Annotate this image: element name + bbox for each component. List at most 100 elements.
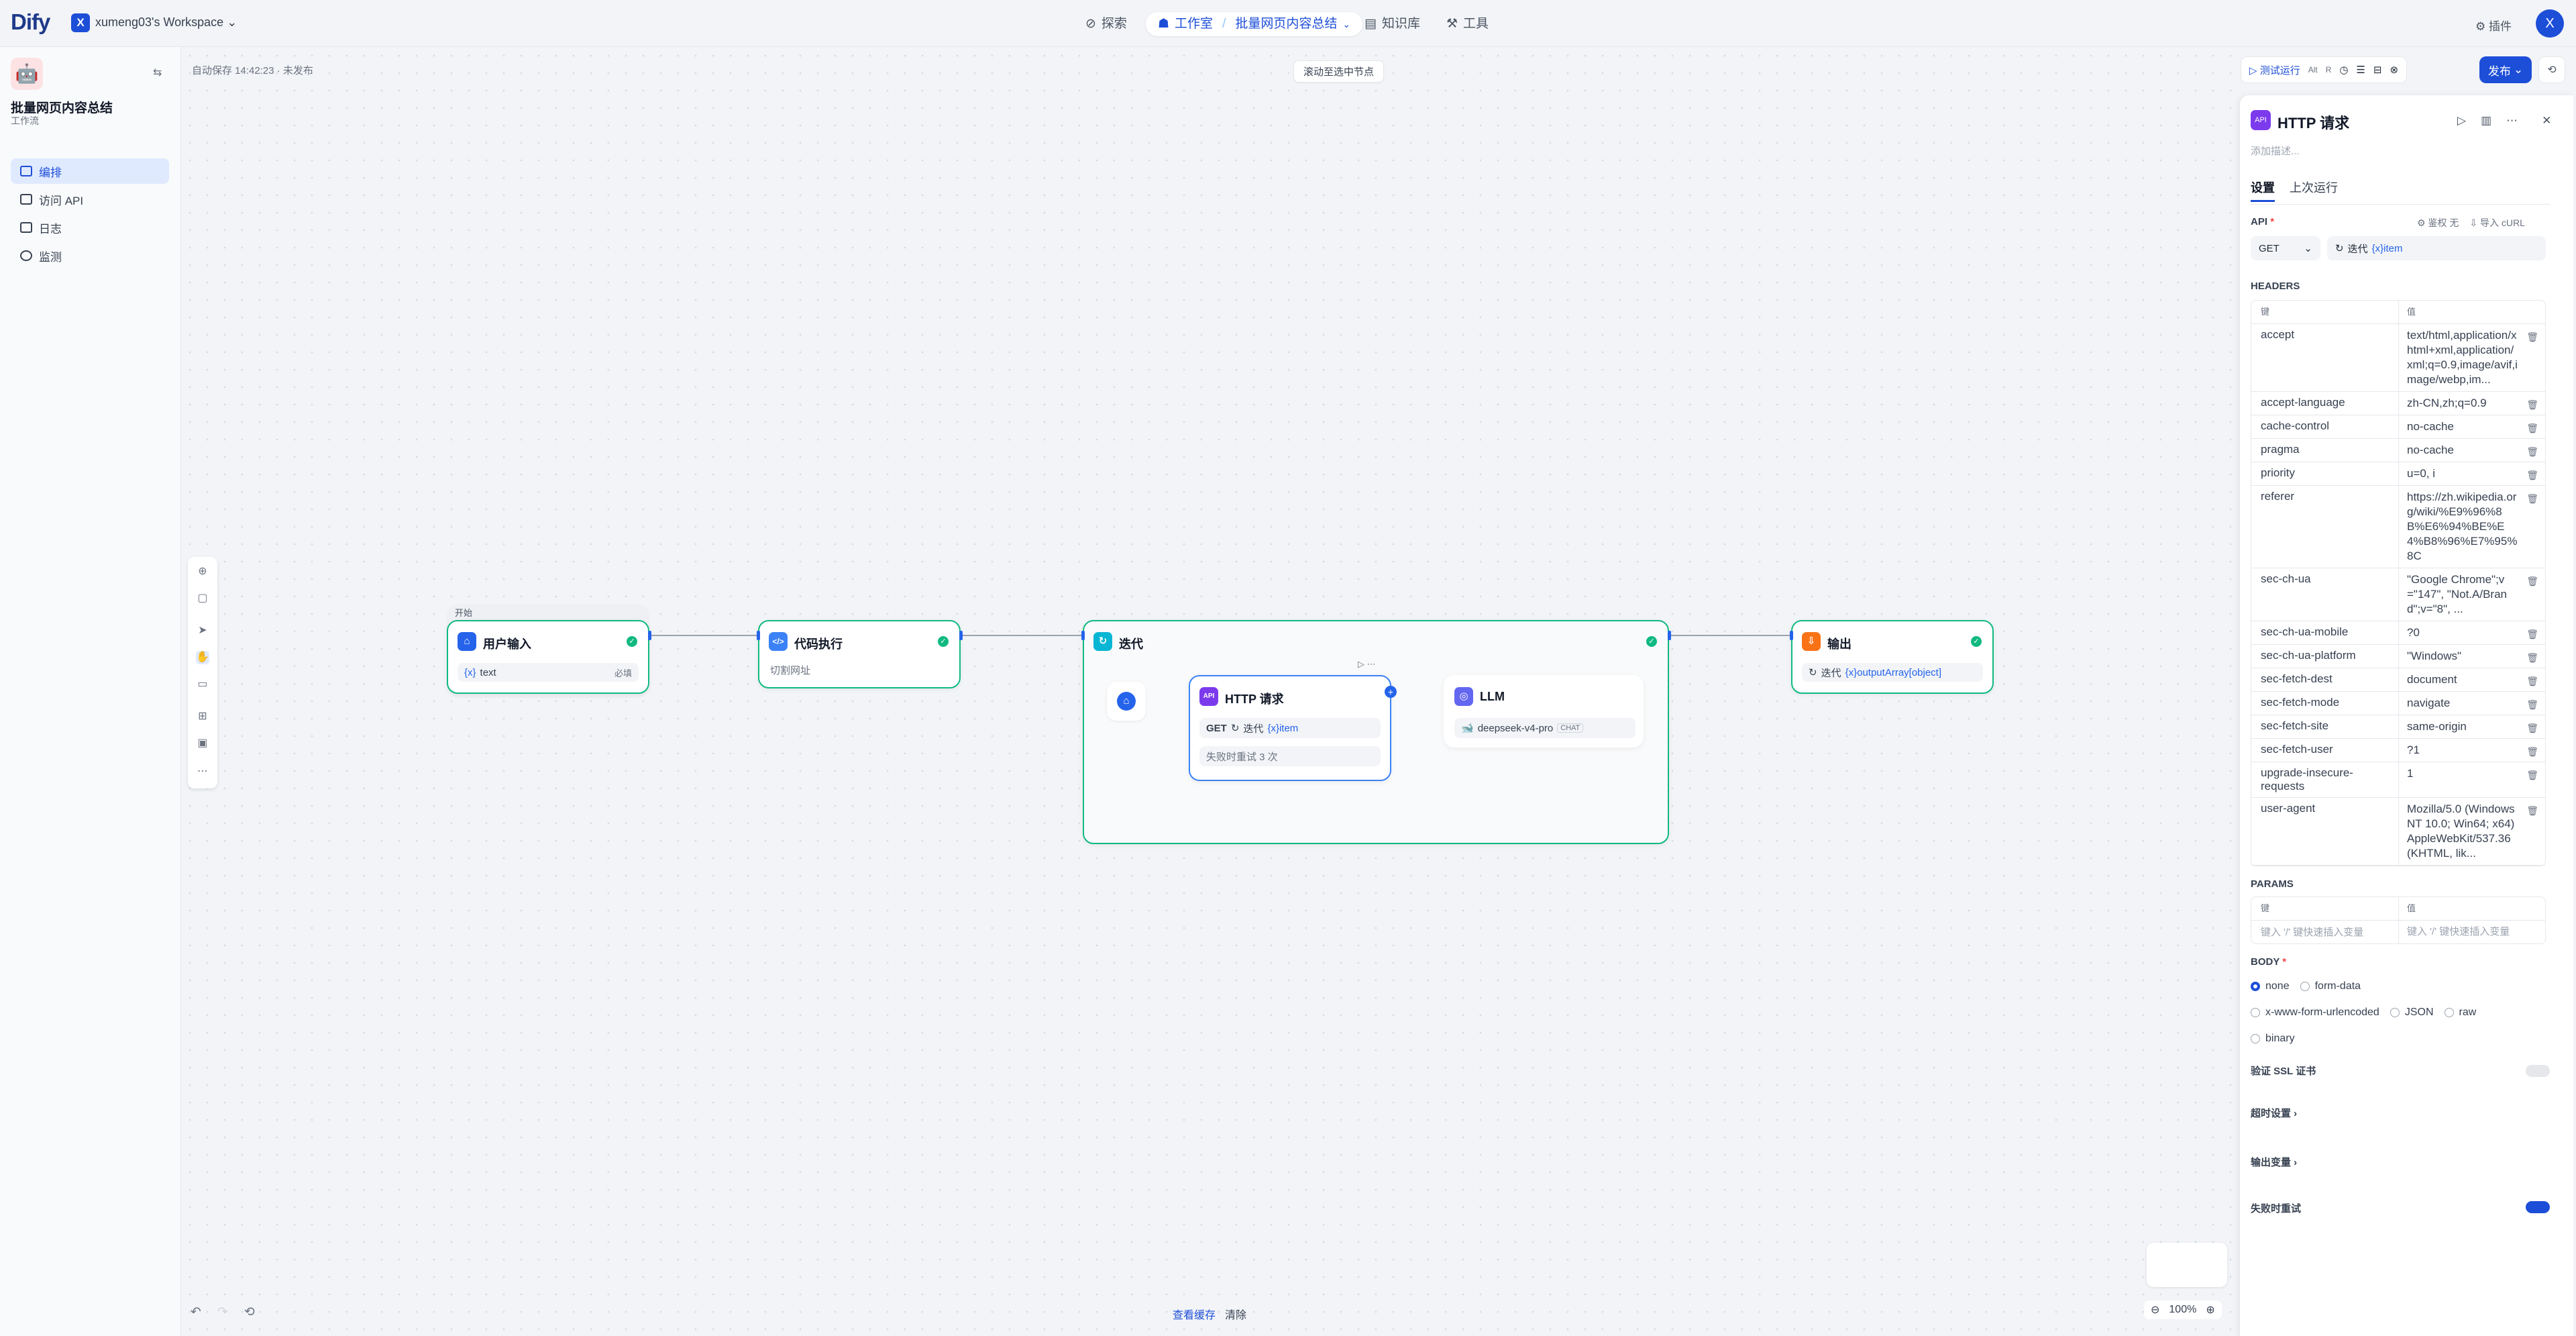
sidebar-item-api[interactable]: 访问 API <box>11 187 169 212</box>
trash-icon[interactable]: 🗑 <box>2526 744 2538 759</box>
header-key[interactable]: sec-fetch-user <box>2251 739 2399 762</box>
header-key[interactable]: sec-fetch-dest <box>2251 668 2399 691</box>
start-node[interactable]: ⌂ 用户输入 ✓ {x} text 必填 <box>447 620 649 694</box>
collapse-sidebar-icon[interactable]: ⇆ <box>153 66 162 79</box>
zoom-out-icon[interactable]: ⊖ <box>2151 1303 2159 1317</box>
add-node-icon[interactable]: ⊕ <box>196 565 209 578</box>
header-row[interactable]: accept-language zh-CN,zh;q=0.9 🗑 <box>2251 392 2545 415</box>
header-value[interactable]: no-cache 🗑 <box>2399 439 2545 462</box>
test-run-button[interactable]: ▷ 测试运行 <box>2249 63 2300 77</box>
header-row[interactable]: sec-ch-ua "Google Chrome";v="147", "Not.A… <box>2251 568 2545 621</box>
header-row[interactable]: user-agent Mozilla/5.0 (Windows NT 10.0; … <box>2251 798 2545 866</box>
url-input[interactable]: ↻ 迭代 {x}item <box>2327 236 2546 260</box>
header-row[interactable]: sec-fetch-user ?1 🗑 <box>2251 739 2545 762</box>
trash-icon[interactable]: 🗑 <box>2526 397 2538 412</box>
publish-button[interactable]: 发布 ⌄ <box>2479 56 2532 83</box>
version-history-icon[interactable]: ⟲ <box>244 1304 255 1320</box>
minimap[interactable] <box>2147 1243 2227 1287</box>
nav-tools[interactable]: ⚒ 工具 <box>1446 12 1489 36</box>
more-icon[interactable]: ⋯ <box>1367 659 1376 669</box>
body-option[interactable]: raw <box>2444 1000 2476 1025</box>
header-key[interactable]: sec-ch-ua-platform <box>2251 645 2399 668</box>
sidebar-item-orchestrate[interactable]: 编排 <box>11 158 169 184</box>
header-key[interactable]: accept-language <box>2251 392 2399 415</box>
workspace-switcher[interactable]: xumeng03's Workspace ⌄ <box>95 15 237 30</box>
sidebar-item-logs[interactable]: 日志 <box>11 215 169 240</box>
workspace-avatar[interactable]: X <box>71 13 90 32</box>
header-value[interactable]: ?0 🗑 <box>2399 621 2545 644</box>
header-value[interactable]: Mozilla/5.0 (Windows NT 10.0; Win64; x64… <box>2399 798 2545 865</box>
header-row[interactable]: sec-fetch-dest document 🗑 <box>2251 668 2545 692</box>
header-key[interactable]: sec-fetch-site <box>2251 715 2399 738</box>
auth-button[interactable]: ⚙ 鉴权 无 <box>2417 216 2459 229</box>
header-row[interactable]: accept text/html,application/xhtml+xml,ap… <box>2251 324 2545 392</box>
llm-node[interactable]: ◎ LLM 🐋 deepseek-v4-pro CHAT <box>1444 675 1644 748</box>
header-value[interactable]: u=0, i 🗑 <box>2399 462 2545 485</box>
header-value[interactable]: same-origin 🗑 <box>2399 715 2545 738</box>
dify-logo[interactable]: Dify <box>11 9 50 35</box>
scroll-to-selected-button[interactable]: 滚动至选中节点 <box>1293 60 1385 83</box>
header-value[interactable]: ?1 🗑 <box>2399 739 2545 762</box>
trash-icon[interactable]: 🗑 <box>2526 574 2538 588</box>
trash-icon[interactable]: 🗑 <box>2526 491 2538 506</box>
iteration-start[interactable]: ⌂ <box>1107 682 1146 721</box>
tab-settings[interactable]: 设置 <box>2251 178 2275 202</box>
header-key[interactable]: cache-control <box>2251 415 2399 438</box>
ssl-toggle[interactable] <box>2526 1064 2550 1077</box>
body-option[interactable]: binary <box>2251 1027 2295 1051</box>
nav-knowledge[interactable]: ▤ 知识库 <box>1364 12 1420 36</box>
timer-icon[interactable]: ◷ <box>2339 64 2348 76</box>
header-row[interactable]: referer https://zh.wikipedia.org/wiki/%E9… <box>2251 486 2545 568</box>
trash-icon[interactable]: 🗑 <box>2526 674 2538 688</box>
header-row[interactable]: pragma no-cache 🗑 <box>2251 439 2545 462</box>
output-node[interactable]: ⇩ 输出 ✓ ↻ 迭代 {x}outputArray[object] <box>1791 620 1994 694</box>
trash-icon[interactable]: 🗑 <box>2526 721 2538 735</box>
nav-studio[interactable]: ☗ 工作室 / 批量网页内容总结 ⌄ <box>1146 12 1363 36</box>
redo-icon[interactable]: ↷ <box>217 1304 228 1320</box>
body-option[interactable]: x-www-form-urlencoded <box>2251 1000 2379 1025</box>
add-next-node-icon[interactable]: + <box>1385 686 1397 698</box>
header-row[interactable]: sec-fetch-site same-origin 🗑 <box>2251 715 2545 739</box>
header-key[interactable]: priority <box>2251 462 2399 485</box>
header-key[interactable]: user-agent <box>2251 798 2399 865</box>
header-row[interactable]: upgrade-insecure-requests 1 🗑 <box>2251 762 2545 798</box>
user-avatar[interactable]: X <box>2536 9 2564 38</box>
zoom-level[interactable]: 100% <box>2169 1304 2196 1316</box>
export-image-icon[interactable]: ▣ <box>196 737 209 750</box>
note-icon[interactable]: ▢ <box>196 592 209 605</box>
output-vars-toggle[interactable]: 输出变量 › <box>2251 1155 2550 1169</box>
clear-cache-link[interactable]: 清除 <box>1225 1306 1246 1322</box>
code-out-handle[interactable] <box>959 631 963 640</box>
code-in-handle[interactable] <box>757 631 760 640</box>
header-key[interactable]: sec-ch-ua <box>2251 568 2399 621</box>
plugins-button[interactable]: ⚙ 插件 <box>2475 17 2512 34</box>
view-cache-link[interactable]: 查看缓存 <box>1173 1306 1216 1322</box>
start-out-handle[interactable] <box>648 631 651 640</box>
iteration-out-handle[interactable] <box>1668 631 1671 640</box>
header-key[interactable]: accept <box>2251 324 2399 391</box>
tab-last-run[interactable]: 上次运行 <box>2290 178 2338 196</box>
trash-icon[interactable]: 🗑 <box>2526 803 2538 818</box>
close-icon[interactable]: ✕ <box>2542 114 2551 127</box>
output-in-handle[interactable] <box>1790 631 1793 640</box>
header-key[interactable]: sec-fetch-mode <box>2251 692 2399 715</box>
header-row[interactable]: sec-fetch-mode navigate 🗑 <box>2251 692 2545 715</box>
header-value[interactable]: zh-CN,zh;q=0.9 🗑 <box>2399 392 2545 415</box>
method-select[interactable]: GET ⌄ <box>2251 236 2320 260</box>
header-value[interactable]: "Windows" 🗑 <box>2399 645 2545 668</box>
comment-icon[interactable]: ▭ <box>196 678 209 691</box>
hand-icon[interactable]: ✋ <box>196 651 209 664</box>
nav-explore[interactable]: ⊘ 探索 <box>1085 12 1127 36</box>
header-key[interactable]: sec-ch-ua-mobile <box>2251 621 2399 644</box>
undo-icon[interactable]: ↶ <box>191 1304 201 1320</box>
header-value[interactable]: document 🗑 <box>2399 668 2545 691</box>
header-row[interactable]: sec-ch-ua-platform "Windows" 🗑 <box>2251 645 2545 668</box>
description-placeholder[interactable]: 添加描述... <box>2251 144 2300 158</box>
trash-icon[interactable]: 🗑 <box>2526 468 2538 482</box>
history-icon[interactable]: ⟲ <box>2538 56 2565 83</box>
nav-app-label[interactable]: 批量网页内容总结 <box>1235 12 1337 36</box>
zoom-in-icon[interactable]: ⊕ <box>2206 1303 2214 1317</box>
trash-icon[interactable]: 🗑 <box>2526 444 2538 459</box>
run-icon[interactable]: ▷ <box>2457 114 2466 127</box>
code-node[interactable]: </> 代码执行 ✓ 切割网址 <box>758 620 961 688</box>
